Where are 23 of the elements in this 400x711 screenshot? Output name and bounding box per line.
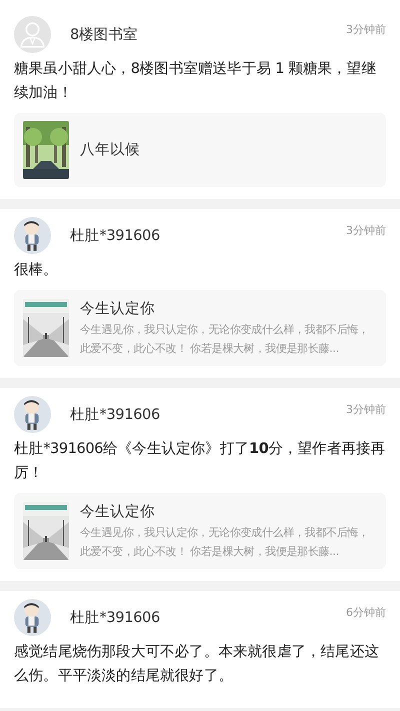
user-name[interactable]: 杜肚*391606 bbox=[70, 608, 160, 627]
book-title: 八年以候 bbox=[80, 141, 141, 160]
comment-text: 感觉结尾烧伤那段大可不必了。本来就很虐了，结尾还这么伤。平平淡淡的结尾就很好了。 bbox=[14, 643, 380, 686]
avatar-icon[interactable] bbox=[14, 396, 51, 433]
timestamp: 3分钟前 bbox=[346, 223, 386, 238]
timestamp: 3分钟前 bbox=[346, 402, 386, 417]
avatar-icon[interactable] bbox=[14, 217, 51, 254]
book-title: 今生认定你 bbox=[80, 502, 156, 522]
user-name[interactable]: 杜肚*391606 bbox=[70, 226, 160, 245]
book-summary: 今生遇见你，我只认定你，无论你变成什么样，我都不后悔，此爱不变，此心不改！ 你若是棵大树，我便是那长藤... bbox=[80, 525, 370, 560]
user-name[interactable]: 杜肚*391606 bbox=[70, 405, 160, 424]
book-card[interactable]: 八年以候 bbox=[14, 113, 386, 187]
avatar-icon[interactable] bbox=[14, 599, 51, 636]
user-name[interactable]: 8楼图书室 bbox=[70, 25, 138, 44]
book-summary: 今生遇见你，我只认定你，无论你变成什么样，我都不后悔，此爱不变，此心不改！ 你若是棵大树，我便是那长藤... bbox=[80, 322, 370, 357]
comment-text: 糖果虽小甜人心，8楼图书室赠送毕于易 1 颗糖果，望继续加油！ bbox=[14, 60, 377, 103]
book-title: 今生认定你 bbox=[80, 300, 156, 319]
comment-text: 杜肚*391606给《今生认定你》打了10分，望作者再接再厉！ bbox=[14, 440, 386, 483]
comment-text: 很棒。 bbox=[14, 261, 59, 280]
book-card[interactable]: 今生认定你 今生遇见你，我只认定你，无论你变成什么样，我都不后悔，此爱不变，此心不改！ 你若是棵大树，我便是那长藤... bbox=[14, 290, 386, 366]
timestamp: 6分钟前 bbox=[346, 605, 386, 620]
book-card[interactable]: 今生认定你 今生遇见你，我只认定你，无论你变成什么样，我都不后悔，此爱不变，此心不改！ 你若是棵大树，我便是那长藤... bbox=[14, 493, 386, 569]
timestamp: 3分钟前 bbox=[346, 22, 386, 37]
